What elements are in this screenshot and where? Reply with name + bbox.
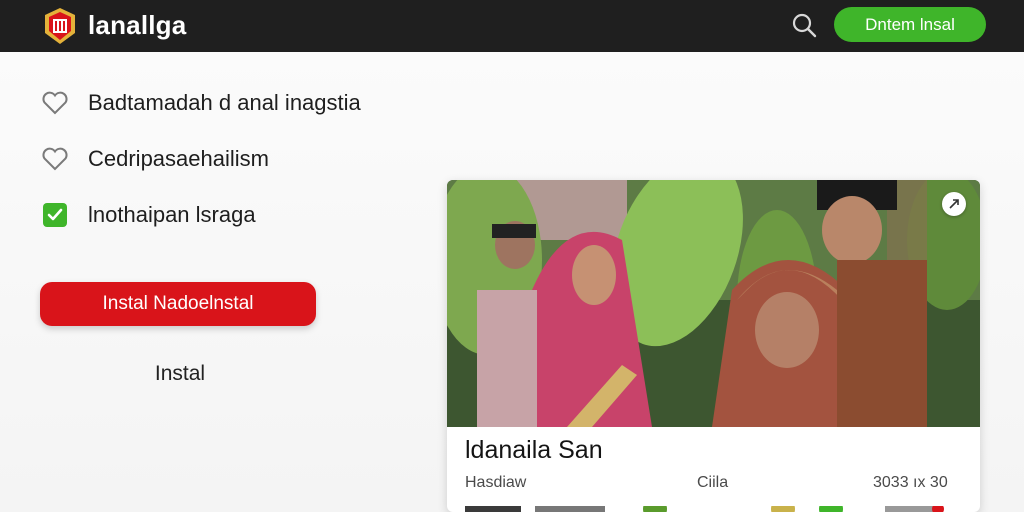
card-meta-size: 3033 ıx 30 (873, 474, 948, 491)
install-primary-button[interactable]: Instal Nadoelnstal (40, 282, 316, 326)
app-title: lanallga (88, 10, 187, 40)
card-photo (447, 180, 980, 427)
top-bar: lanallga Dntem lnsal (0, 0, 1024, 52)
heart-outline-icon (40, 144, 70, 174)
heart-outline-icon (40, 88, 70, 118)
option-item-2[interactable]: Cedripasaehailism (40, 144, 269, 174)
option-item-3[interactable]: lnothaipan lsraga (40, 200, 256, 230)
card-meta-category: Ciila (697, 474, 729, 491)
expand-icon[interactable] (942, 192, 966, 216)
checkbox-checked-icon[interactable] (40, 200, 70, 230)
media-card[interactable]: ldanaila San Hasdiaw Ciila 3033 ıx 30 (447, 180, 980, 512)
card-footer-strip (465, 506, 944, 512)
shield-logo-icon[interactable] (40, 6, 80, 46)
option-label: Badtamadah d anal inagstia (88, 90, 361, 115)
install-link[interactable]: Instal (120, 362, 240, 386)
option-label: lnothaipan lsraga (88, 202, 256, 227)
option-item-1[interactable]: Badtamadah d anal inagstia (40, 88, 361, 118)
search-icon[interactable] (790, 11, 820, 41)
card-meta-author: Hasdiaw (465, 474, 527, 491)
option-label: Cedripasaehailism (88, 146, 269, 171)
header-download-button[interactable]: Dntem lnsal (834, 7, 986, 42)
card-title: ldanaila San (465, 436, 603, 464)
